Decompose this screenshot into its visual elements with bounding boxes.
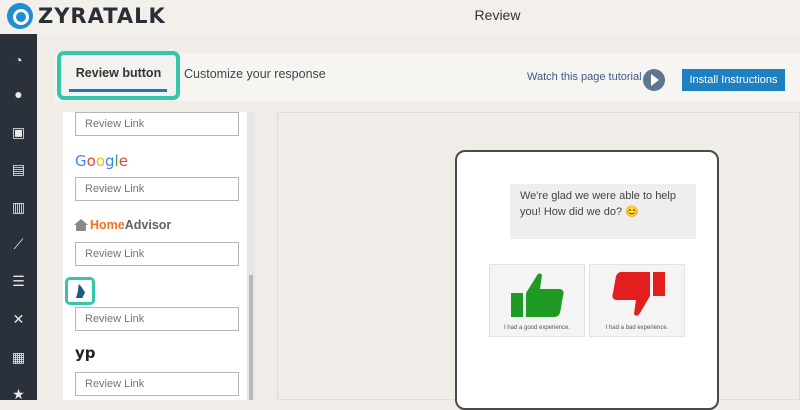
house-icon: [74, 219, 88, 231]
play-tutorial-icon[interactable]: [643, 69, 665, 91]
tab-customize-response[interactable]: Customize your response: [184, 67, 326, 81]
bbb-torch-icon: [76, 284, 85, 298]
tab-review-button[interactable]: Review button: [57, 51, 180, 100]
thumbs-up-icon: [511, 273, 564, 318]
expand-icon[interactable]: ✕: [10, 311, 27, 328]
good-experience-label: I had a good experience.: [503, 325, 571, 331]
scrollbar-thumb[interactable]: [249, 275, 253, 400]
install-instructions-button[interactable]: Install Instructions: [682, 69, 785, 91]
star-icon[interactable]: ★: [10, 386, 27, 403]
bad-experience-card[interactable]: I had a bad experience.: [589, 264, 685, 337]
thumbs-down-icon: [612, 271, 665, 316]
bad-experience-label: I had a bad experience.: [605, 325, 669, 331]
page-title: Review: [474, 7, 521, 23]
chart-line-icon[interactable]: ⟋: [10, 236, 27, 253]
active-tab-underline: [69, 89, 167, 92]
homeadvisor-review-link-input[interactable]: [75, 242, 239, 266]
yp-logo: yp: [75, 344, 96, 362]
yp-review-link-input[interactable]: [75, 372, 239, 396]
response-message: We're glad we were able to help you! How…: [510, 184, 696, 239]
bbb-review-link-input[interactable]: [75, 307, 239, 331]
tutorial-link[interactable]: Watch this page tutorial: [527, 71, 642, 83]
gauge-icon[interactable]: ◔: [10, 52, 27, 69]
google-review-link-input[interactable]: [75, 177, 239, 201]
reports-icon[interactable]: ▦: [10, 349, 27, 366]
list-icon[interactable]: ☰: [10, 273, 27, 290]
chat-icon[interactable]: ●: [10, 86, 27, 103]
google-logo: Google: [75, 152, 128, 170]
homeadvisor-logo: HomeAdvisor: [74, 218, 171, 232]
bbb-logo: [65, 277, 95, 305]
contacts-icon[interactable]: ▥: [10, 199, 27, 216]
tab-review-button-label: Review button: [75, 66, 162, 80]
document-icon[interactable]: ▤: [10, 161, 27, 178]
calendar-icon[interactable]: ▣: [10, 124, 27, 141]
sidebar: ◔ ● ▣ ▤ ▥ ⟋ ☰ ✕ ▦ ★: [0, 34, 37, 403]
review-link-input[interactable]: [75, 112, 239, 136]
good-experience-card[interactable]: I had a good experience.: [489, 264, 585, 337]
top-bar: ZYRATALK Review: [0, 0, 800, 34]
